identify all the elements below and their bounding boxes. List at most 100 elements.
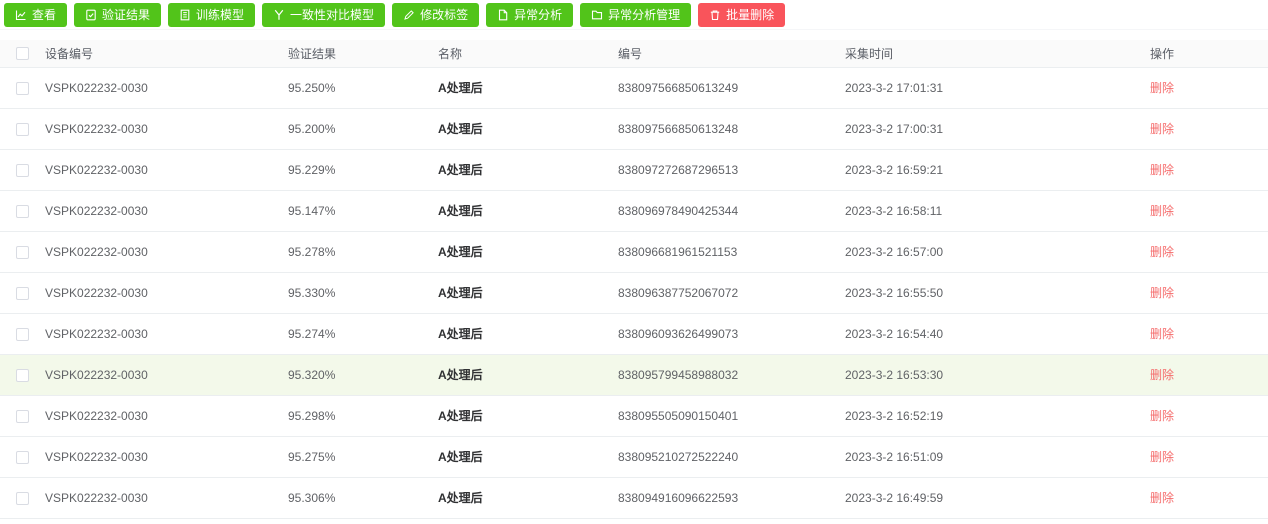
cell-verify-result: 95.298%	[288, 395, 438, 437]
table-row: VSPK022232-0030 95.330% A处理后 83809638775…	[0, 272, 1268, 314]
row-checkbox[interactable]	[16, 122, 29, 136]
row-checkbox[interactable]	[16, 327, 29, 341]
cell-verify-result: 95.320%	[288, 354, 438, 396]
cell-collect-time: 2023-3-2 16:58:11	[845, 190, 1148, 232]
cell-name: A处理后	[438, 190, 618, 232]
row-checkbox[interactable]	[16, 491, 29, 505]
row-checkbox[interactable]	[16, 245, 29, 259]
cell-verify-result: 95.147%	[288, 190, 438, 232]
delete-link[interactable]: 删除	[1150, 81, 1174, 95]
cell-number: 838096681961521153	[618, 231, 845, 273]
cell-collect-time: 2023-3-2 16:59:21	[845, 149, 1148, 191]
toolbar-button-branch-y[interactable]: 一致性对比模型	[262, 2, 386, 27]
toolbar-button-file[interactable]: 异常分析	[486, 2, 574, 27]
branch-y-icon	[273, 9, 285, 21]
row-checkbox[interactable]	[16, 81, 29, 95]
row-checkbox[interactable]	[16, 286, 29, 300]
delete-link[interactable]: 删除	[1150, 491, 1174, 505]
delete-link[interactable]: 删除	[1150, 163, 1174, 177]
delete-link[interactable]: 删除	[1150, 450, 1174, 464]
cell-number: 838097566850613248	[618, 108, 845, 150]
cell-collect-time: 2023-3-2 17:01:31	[845, 67, 1148, 109]
row-checkbox[interactable]	[16, 368, 29, 382]
row-checkbox[interactable]	[16, 450, 29, 464]
delete-link[interactable]: 删除	[1150, 368, 1174, 382]
cell-verify-result: 95.274%	[288, 313, 438, 355]
cell-device-number: VSPK022232-0030	[45, 190, 288, 232]
row-checkbox[interactable]	[16, 409, 29, 423]
toolbar-button-label: 查看	[32, 8, 57, 22]
row-checkbox[interactable]	[16, 163, 29, 177]
table-row: VSPK022232-0030 95.147% A处理后 83809697849…	[0, 190, 1268, 232]
cell-verify-result: 95.250%	[288, 67, 438, 109]
cell-name: A处理后	[438, 313, 618, 355]
delete-link[interactable]: 删除	[1150, 245, 1174, 259]
cell-device-number: VSPK022232-0030	[45, 67, 288, 109]
file-icon	[497, 9, 509, 21]
cell-number: 838095505090150401	[618, 395, 845, 437]
cell-collect-time: 2023-3-2 16:57:00	[845, 231, 1148, 273]
cell-collect-time: 2023-3-2 16:51:09	[845, 436, 1148, 478]
column-header-time: 采集时间	[845, 40, 1148, 68]
cell-collect-time: 2023-3-2 16:53:30	[845, 354, 1148, 396]
cell-number: 838097566850613249	[618, 67, 845, 109]
report-icon	[85, 9, 97, 21]
cell-number: 838096093626499073	[618, 313, 845, 355]
cell-name: A处理后	[438, 67, 618, 109]
table-header-row: 设备编号 验证结果 名称 编号 采集时间 操作	[0, 40, 1268, 68]
column-header-name: 名称	[438, 40, 618, 68]
cell-name: A处理后	[438, 149, 618, 191]
cell-device-number: VSPK022232-0030	[45, 149, 288, 191]
cell-name: A处理后	[438, 231, 618, 273]
toolbar-button-label: 批量删除	[726, 8, 775, 22]
cell-verify-result: 95.330%	[288, 272, 438, 314]
cell-number: 838095799458988032	[618, 354, 845, 396]
toolbar-button-folder[interactable]: 异常分析管理	[580, 2, 692, 27]
delete-link[interactable]: 删除	[1150, 204, 1174, 218]
cell-number: 838095210272522240	[618, 436, 845, 478]
cell-verify-result: 95.275%	[288, 436, 438, 478]
cell-device-number: VSPK022232-0030	[45, 354, 288, 396]
cell-device-number: VSPK022232-0030	[45, 395, 288, 437]
select-all-checkbox[interactable]	[16, 47, 29, 61]
delete-link[interactable]: 删除	[1150, 409, 1174, 423]
delete-link[interactable]: 删除	[1150, 327, 1174, 341]
cell-name: A处理后	[438, 272, 618, 314]
delete-link[interactable]: 删除	[1150, 122, 1174, 136]
table-row: VSPK022232-0030 95.229% A处理后 83809727268…	[0, 149, 1268, 191]
toolbar-button-label: 验证结果	[102, 8, 151, 22]
toolbar-button-notebook[interactable]: 训练模型	[168, 2, 256, 27]
cell-device-number: VSPK022232-0030	[45, 272, 288, 314]
toolbar-button-chart-line[interactable]: 查看	[4, 2, 68, 27]
delete-link[interactable]: 删除	[1150, 286, 1174, 300]
cell-device-number: VSPK022232-0030	[45, 436, 288, 478]
table-row: VSPK022232-0030 95.274% A处理后 83809609362…	[0, 313, 1268, 355]
column-header-number: 编号	[618, 40, 845, 68]
cell-collect-time: 2023-3-2 16:49:59	[845, 477, 1148, 519]
toolbar-button-pen[interactable]: 修改标签	[392, 2, 480, 27]
toolbar-button-label: 修改标签	[420, 8, 469, 22]
cell-device-number: VSPK022232-0030	[45, 313, 288, 355]
data-table: 设备编号 验证结果 名称 编号 采集时间 操作 VSPK022232-0030 …	[0, 40, 1268, 519]
row-checkbox[interactable]	[16, 204, 29, 218]
table-row: VSPK022232-0030 95.320% A处理后 83809579945…	[0, 354, 1268, 396]
folder-icon	[591, 9, 603, 21]
toolbar-button-label: 异常分析管理	[608, 8, 681, 22]
table-row: VSPK022232-0030 95.298% A处理后 83809550509…	[0, 395, 1268, 437]
table-row: VSPK022232-0030 95.278% A处理后 83809668196…	[0, 231, 1268, 273]
column-header-operation: 操作	[1148, 40, 1268, 68]
toolbar-button-trash[interactable]: 批量删除	[698, 2, 786, 27]
column-header-result: 验证结果	[288, 40, 438, 68]
table-row: VSPK022232-0030 95.275% A处理后 83809521027…	[0, 436, 1268, 478]
column-header-device: 设备编号	[45, 40, 288, 68]
cell-collect-time: 2023-3-2 16:52:19	[845, 395, 1148, 437]
notebook-icon	[179, 9, 191, 21]
cell-verify-result: 95.229%	[288, 149, 438, 191]
toolbar-button-report[interactable]: 验证结果	[74, 2, 162, 27]
cell-verify-result: 95.200%	[288, 108, 438, 150]
table-row: VSPK022232-0030 95.200% A处理后 83809756685…	[0, 108, 1268, 150]
cell-number: 838097272687296513	[618, 149, 845, 191]
table-row: VSPK022232-0030 95.250% A处理后 83809756685…	[0, 67, 1268, 109]
cell-collect-time: 2023-3-2 16:55:50	[845, 272, 1148, 314]
toolbar-button-label: 异常分析	[514, 8, 563, 22]
